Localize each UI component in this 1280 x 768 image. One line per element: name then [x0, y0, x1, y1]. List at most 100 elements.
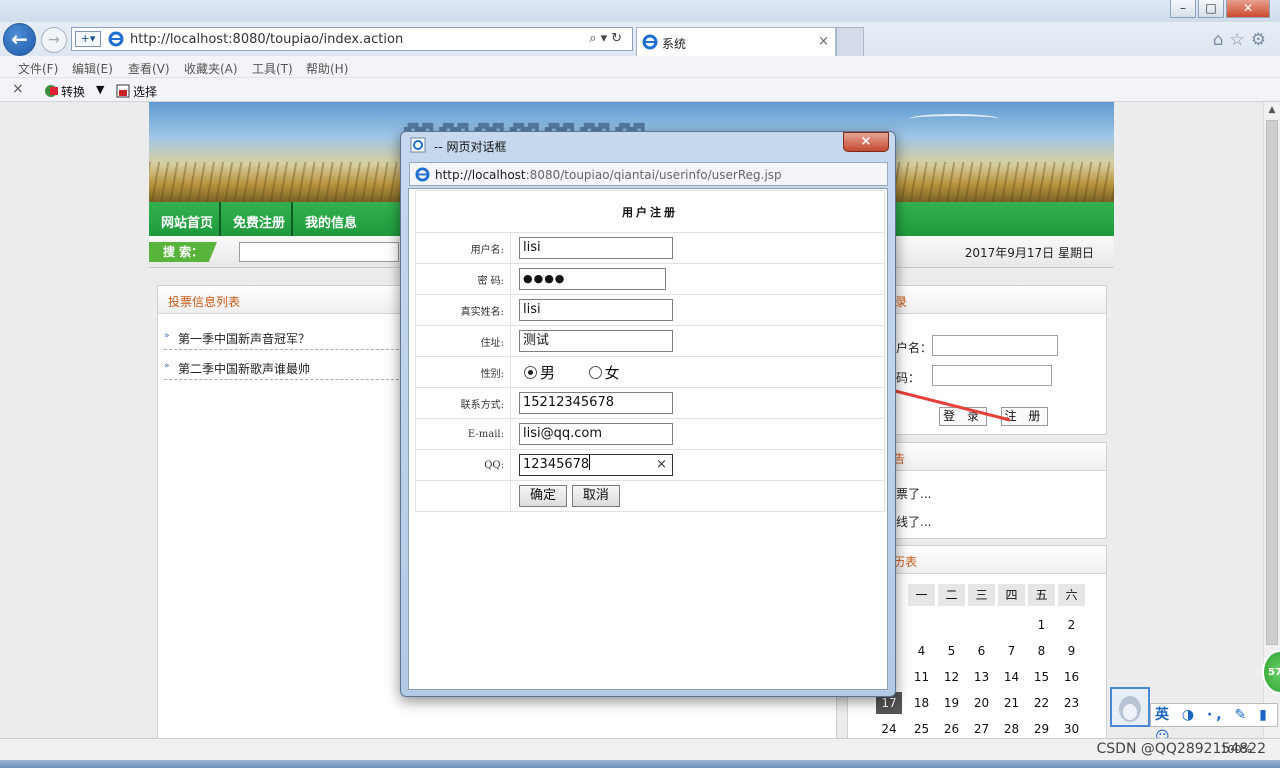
- maximize-button[interactable]: □: [1198, 0, 1224, 18]
- calendar-day[interactable]: 30: [1058, 718, 1085, 738]
- calendar-day[interactable]: [938, 614, 965, 636]
- dialog-close-button[interactable]: ×: [843, 132, 889, 152]
- search-refresh-icons[interactable]: ⌕▾↻: [589, 31, 626, 46]
- pin-site-icon[interactable]: +▾: [75, 31, 101, 47]
- scroll-up-icon[interactable]: ▲: [1264, 102, 1280, 118]
- vote-item-title[interactable]: 第一季中国新声音冠军？: [178, 330, 310, 347]
- calendar-day[interactable]: 26: [938, 718, 965, 738]
- calendar-day[interactable]: 19: [938, 692, 965, 714]
- address-input[interactable]: 测试: [519, 330, 673, 352]
- calendar-day[interactable]: 1: [1028, 614, 1055, 636]
- email-input[interactable]: lisi@qq.com: [519, 423, 673, 445]
- vote-item[interactable]: » 第一季中国新声音冠军？: [164, 320, 404, 350]
- calendar-weekday: 二: [938, 584, 965, 606]
- calendar-day[interactable]: 16: [1058, 666, 1085, 688]
- tab-active[interactable]: 系统 ×: [636, 27, 836, 56]
- calendar-day[interactable]: [998, 614, 1025, 636]
- vote-item[interactable]: » 第二季中国新歌声谁最帅: [164, 350, 404, 380]
- confirm-button[interactable]: 确定: [519, 485, 568, 507]
- calendar-day[interactable]: 9: [1058, 640, 1085, 662]
- calendar-day[interactable]: 20: [968, 692, 995, 714]
- calendar-weekday: 六: [1058, 584, 1085, 606]
- select-button[interactable]: 选择: [116, 83, 157, 100]
- clear-input-icon[interactable]: ×: [656, 455, 667, 475]
- nav-separator: [291, 202, 293, 236]
- tab-close-icon[interactable]: ×: [818, 34, 829, 49]
- forward-button[interactable]: →: [41, 27, 67, 53]
- calendar-day[interactable]: 11: [908, 666, 935, 688]
- calendar-day[interactable]: 2: [1058, 614, 1085, 636]
- cancel-button[interactable]: 取消: [571, 485, 620, 507]
- calendar-day[interactable]: 8: [1028, 640, 1055, 662]
- address-url[interactable]: http://localhost:8080/toupiao/index.acti…: [130, 32, 403, 47]
- password-input[interactable]: ●●●●: [519, 268, 666, 290]
- convert-icon: [45, 85, 58, 97]
- minimize-button[interactable]: –: [1170, 0, 1196, 18]
- realname-input[interactable]: lisi: [519, 299, 673, 321]
- ie-dialog-icon: [410, 137, 426, 153]
- calendar-day[interactable]: 13: [968, 666, 995, 688]
- back-button[interactable]: ←: [3, 23, 36, 56]
- nav-register[interactable]: 免费注册: [233, 212, 285, 231]
- convert-dropdown-icon[interactable]: ▼: [96, 83, 104, 96]
- calendar-title: 历表: [893, 555, 918, 569]
- address-bar[interactable]: +▾ http://localhost:8080/toupiao/index.a…: [71, 27, 633, 51]
- notice-item[interactable]: 线了...: [896, 513, 931, 530]
- qq-input[interactable]: 12345678 ×: [519, 454, 673, 476]
- qq-avatar-icon[interactable]: [1110, 687, 1150, 727]
- calendar-day[interactable]: 18: [908, 692, 935, 714]
- calendar-day[interactable]: 27: [968, 718, 995, 738]
- gender-female-radio[interactable]: [588, 365, 602, 379]
- calendar-day[interactable]: 5: [938, 640, 965, 662]
- notice-item[interactable]: 票了...: [896, 485, 931, 502]
- phone-input[interactable]: 15212345678: [519, 392, 673, 414]
- gender-male-radio[interactable]: [524, 365, 537, 379]
- gender-label: 性别:: [415, 356, 511, 388]
- close-window-button[interactable]: ✕: [1226, 0, 1270, 18]
- home-favorites-settings-icons[interactable]: ⌂☆⚙: [1213, 30, 1272, 50]
- calendar-day[interactable]: [908, 614, 935, 636]
- close-toolbar-icon[interactable]: ×: [12, 81, 24, 97]
- calendar-day[interactable]: 24: [876, 718, 902, 738]
- convert-button[interactable]: 转换: [44, 83, 85, 100]
- calendar-day[interactable]: 25: [908, 718, 935, 738]
- registration-dialog: -- 网页对话框 × http://localhost:8080/toupiao…: [400, 131, 896, 697]
- menu-tools[interactable]: 工具(T): [252, 60, 293, 77]
- gender-female-label[interactable]: 女: [605, 364, 620, 382]
- qq-input-value: 12345678: [523, 457, 590, 472]
- menu-help[interactable]: 帮助(H): [306, 60, 348, 77]
- calendar-day[interactable]: 15: [1028, 666, 1055, 688]
- menu-bar: 文件(F) 编辑(E) 查看(V) 收藏夹(A) 工具(T) 帮助(H): [0, 56, 1280, 78]
- vote-item-title[interactable]: 第二季中国新歌声谁最帅: [178, 360, 310, 377]
- menu-edit[interactable]: 编辑(E): [72, 60, 113, 77]
- page-scrollbar[interactable]: ▲: [1263, 102, 1280, 738]
- dialog-url: http://localhost:8080/toupiao/qiantai/us…: [435, 168, 782, 182]
- ime-toolbar[interactable]: 英 ◑ ·, ✎ ▮ ☺: [1150, 703, 1278, 745]
- calendar-day[interactable]: 21: [998, 692, 1025, 714]
- nav-home[interactable]: 网站首页: [161, 212, 213, 231]
- search-label: 搜 索：: [149, 242, 217, 262]
- gender-male-label[interactable]: 男: [540, 364, 555, 382]
- username-input[interactable]: lisi: [519, 237, 673, 259]
- login-title: 录: [895, 295, 908, 309]
- calendar-day[interactable]: 22: [1028, 692, 1055, 714]
- calendar-day[interactable]: 29: [1028, 718, 1055, 738]
- calendar-day[interactable]: 23: [1058, 692, 1085, 714]
- calendar-day[interactable]: 28: [998, 718, 1025, 738]
- calendar-day[interactable]: 4: [908, 640, 935, 662]
- calendar-day[interactable]: 6: [968, 640, 995, 662]
- csdn-watermark: CSDN @QQ2892154822: [1096, 741, 1266, 757]
- calendar-day[interactable]: 14: [998, 666, 1025, 688]
- menu-file[interactable]: 文件(F): [18, 60, 58, 77]
- calendar-day[interactable]: 12: [938, 666, 965, 688]
- search-input[interactable]: [239, 242, 399, 262]
- dialog-url-host: http://localhost: [435, 168, 526, 182]
- scroll-thumb[interactable]: [1266, 120, 1278, 645]
- menu-favorites[interactable]: 收藏夹(A): [184, 60, 238, 77]
- calendar-day[interactable]: 7: [998, 640, 1025, 662]
- nav-my-info[interactable]: 我的信息: [305, 212, 357, 231]
- calendar-day[interactable]: [968, 614, 995, 636]
- new-tab-button[interactable]: [836, 27, 864, 56]
- bullet-icon: »: [164, 331, 170, 341]
- menu-view[interactable]: 查看(V): [128, 60, 170, 77]
